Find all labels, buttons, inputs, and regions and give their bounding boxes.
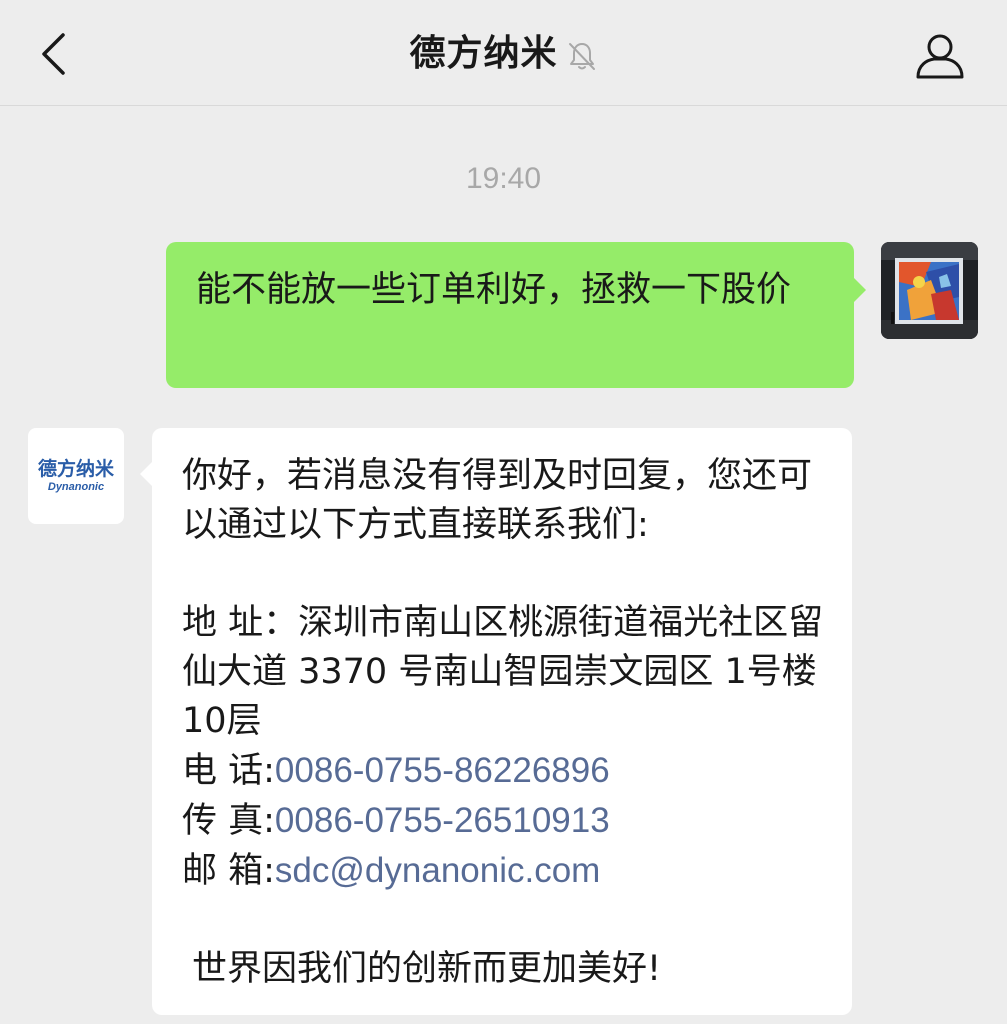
- sender-avatar[interactable]: 德方纳米 Dynanonic: [28, 428, 124, 524]
- fax-label: 传 真:: [182, 801, 275, 841]
- intro-text: 你好，若消息没有得到及时回复，您还可以通过以下方式直接联系我们:: [182, 456, 813, 545]
- person-icon: [916, 34, 964, 79]
- chat-header: 德方纳米: [0, 0, 1007, 106]
- chevron-left-icon: [42, 33, 65, 75]
- message-timestamp: 19:40: [465, 162, 542, 195]
- phone-link[interactable]: 0086-0755-86226896: [275, 751, 610, 790]
- email-link[interactable]: sdc@dynanonic.com: [275, 851, 600, 890]
- back-button[interactable]: [26, 22, 82, 86]
- address-line: 地 址：深圳市南山区桃源街道福光社区留仙大道 3370 号南山智园崇文园区 1号…: [182, 599, 826, 746]
- email-line: 邮 箱:sdc@dynanonic.com: [182, 846, 826, 896]
- phone-line: 电 话:0086-0755-86226896: [182, 746, 826, 796]
- address-label: 地 址：: [182, 603, 299, 643]
- incoming-message-bubble[interactable]: 你好，若消息没有得到及时回复，您还可以通过以下方式直接联系我们: 地 址：深圳市…: [140, 428, 852, 1015]
- self-avatar[interactable]: [881, 242, 978, 339]
- email-label: 邮 箱:: [182, 851, 275, 891]
- bell-muted-icon: [566, 40, 598, 72]
- fax-line: 传 真:0086-0755-26510913: [182, 796, 826, 846]
- chat-title: 德方纳米: [409, 33, 558, 74]
- phone-label: 电 话:: [182, 751, 275, 791]
- sender-logo-english: Dynanonic: [47, 481, 105, 493]
- outgoing-message-bubble[interactable]: 能不能放一些订单利好，拯救一下股价: [166, 242, 866, 388]
- fax-link[interactable]: 0086-0755-26510913: [275, 801, 610, 840]
- sender-logo-chinese: 德方纳米: [37, 458, 114, 480]
- slogan-text: 世界因我们的创新而更加美好!: [192, 949, 662, 989]
- chat-profile-button[interactable]: [908, 26, 972, 86]
- outgoing-message-text: 能不能放一些订单利好，拯救一下股价: [196, 270, 792, 310]
